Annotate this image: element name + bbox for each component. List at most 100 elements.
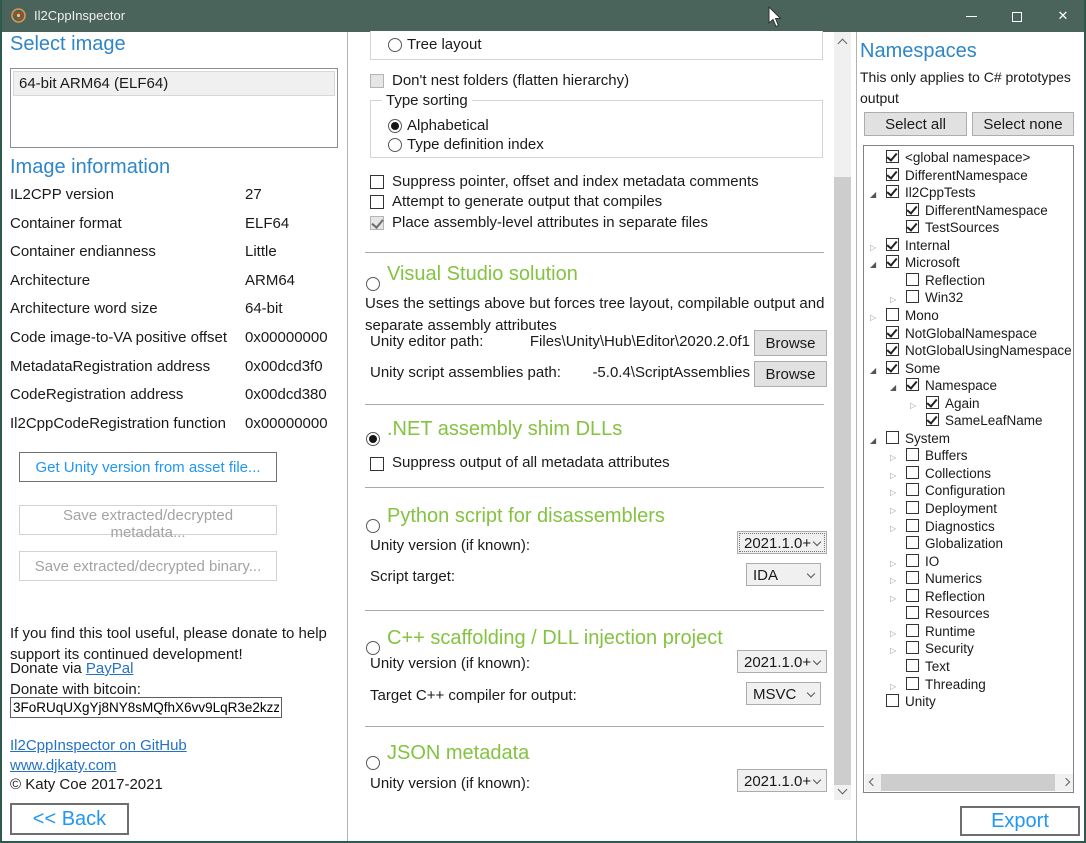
namespace-checkbox[interactable] bbox=[906, 659, 919, 672]
namespace-checkbox[interactable] bbox=[886, 308, 899, 321]
tree-item-some[interactable]: ◢Some bbox=[864, 360, 1073, 378]
cpp-unity-version-select[interactable]: 2021.1.0+ bbox=[737, 650, 827, 673]
cpp-scaffolding-radio[interactable] bbox=[366, 641, 380, 655]
namespace-checkbox[interactable] bbox=[906, 290, 919, 303]
flatten-hierarchy-checkbox[interactable] bbox=[370, 74, 384, 88]
namespace-checkbox[interactable] bbox=[886, 343, 899, 356]
tree-item-globalization[interactable]: Globalization bbox=[864, 535, 1073, 553]
namespace-checkbox[interactable] bbox=[906, 448, 919, 461]
namespace-checkbox[interactable] bbox=[886, 694, 899, 707]
get-unity-version-button[interactable]: Get Unity version from asset file... bbox=[19, 452, 277, 482]
namespace-checkbox[interactable] bbox=[886, 238, 899, 251]
expand-icon[interactable]: ▷ bbox=[890, 590, 896, 607]
namespace-checkbox[interactable] bbox=[886, 255, 899, 268]
namespace-checkbox[interactable] bbox=[906, 641, 919, 654]
tree-item-threading[interactable]: ▷Threading bbox=[864, 676, 1073, 694]
github-link[interactable]: Il2CppInspector on GitHub bbox=[10, 737, 187, 754]
expand-icon[interactable]: ▷ bbox=[890, 678, 896, 695]
maximize-button[interactable] bbox=[994, 0, 1040, 32]
expand-icon[interactable]: ▷ bbox=[870, 309, 876, 326]
namespace-checkbox[interactable] bbox=[906, 554, 919, 567]
tree-item-collections[interactable]: ▷Collections bbox=[864, 465, 1073, 483]
tree-item-notglobalusingnamespace[interactable]: NotGlobalUsingNamespace bbox=[864, 342, 1073, 360]
scroll-right-icon[interactable] bbox=[1062, 778, 1070, 786]
expand-icon[interactable]: ▷ bbox=[890, 467, 896, 484]
namespace-checkbox[interactable] bbox=[886, 326, 899, 339]
cpp-compiler-select[interactable]: MSVC bbox=[746, 682, 821, 705]
namespace-checkbox[interactable] bbox=[906, 571, 919, 584]
tree-item-text[interactable]: Text bbox=[864, 658, 1073, 676]
namespace-checkbox[interactable] bbox=[886, 431, 899, 444]
suppress-metadata-attributes-checkbox[interactable] bbox=[370, 457, 384, 471]
select-none-button[interactable]: Select none bbox=[972, 112, 1074, 136]
visual-studio-radio[interactable] bbox=[366, 277, 380, 291]
collapse-icon[interactable]: ◢ bbox=[870, 362, 876, 379]
tree-item-deployment[interactable]: ▷Deployment bbox=[864, 500, 1073, 518]
json-metadata-radio[interactable] bbox=[366, 756, 380, 770]
export-button[interactable]: Export bbox=[960, 806, 1080, 836]
suppress-comments-checkbox[interactable] bbox=[370, 175, 384, 189]
minimize-button[interactable] bbox=[948, 0, 994, 32]
namespace-checkbox[interactable] bbox=[886, 150, 899, 163]
tree-item-win32[interactable]: ▷Win32 bbox=[864, 289, 1073, 307]
tree-item-reflection[interactable]: ▷Reflection bbox=[864, 588, 1073, 606]
tree-item-numerics[interactable]: ▷Numerics bbox=[864, 570, 1073, 588]
type-definition-index-radio[interactable] bbox=[388, 138, 402, 152]
unity-assemblies-path-value[interactable]: -5.0.4\ScriptAssemblies bbox=[462, 364, 750, 381]
namespace-checkbox[interactable] bbox=[906, 519, 919, 532]
dotnet-shim-radio[interactable] bbox=[366, 432, 380, 446]
select-all-button[interactable]: Select all bbox=[864, 112, 967, 136]
collapse-icon[interactable]: ◢ bbox=[870, 186, 876, 203]
namespace-tree[interactable]: <global namespace> DifferentNamespace◢Il2… bbox=[863, 145, 1074, 793]
namespace-checkbox[interactable] bbox=[906, 273, 919, 286]
expand-icon[interactable]: ▷ bbox=[890, 502, 896, 519]
scroll-left-icon[interactable] bbox=[869, 778, 877, 786]
back-button[interactable]: << Back bbox=[10, 803, 129, 835]
tree-item-differentnamespace[interactable]: DifferentNamespace bbox=[864, 202, 1073, 220]
tree-item-sameleafname[interactable]: SameLeafName bbox=[864, 412, 1073, 430]
tree-item-microsoft[interactable]: ◢Microsoft bbox=[864, 254, 1073, 272]
tree-item-runtime[interactable]: ▷Runtime bbox=[864, 623, 1073, 641]
expand-icon[interactable]: ▷ bbox=[870, 239, 876, 256]
namespace-checkbox[interactable] bbox=[906, 624, 919, 637]
namespace-checkbox[interactable] bbox=[906, 466, 919, 479]
alphabetical-radio[interactable] bbox=[388, 119, 402, 133]
namespace-checkbox[interactable] bbox=[906, 589, 919, 602]
image-listbox[interactable]: 64-bit ARM64 (ELF64) bbox=[10, 68, 338, 148]
save-binary-button[interactable]: Save extracted/decrypted binary... bbox=[19, 551, 277, 581]
tree-item-internal[interactable]: ▷Internal bbox=[864, 237, 1073, 255]
namespace-checkbox[interactable] bbox=[906, 378, 919, 391]
bitcoin-address-input[interactable] bbox=[10, 697, 282, 718]
expand-icon[interactable]: ▷ bbox=[890, 625, 896, 642]
tree-item-io[interactable]: ▷IO bbox=[864, 553, 1073, 571]
unity-editor-path-value[interactable]: Files\Unity\Hub\Editor\2020.2.0f1 bbox=[462, 333, 750, 350]
namespace-checkbox[interactable] bbox=[906, 606, 919, 619]
website-link[interactable]: www.djkaty.com bbox=[10, 757, 116, 774]
browse-assemblies-path-button[interactable]: Browse bbox=[754, 361, 827, 387]
scrollbar-thumb[interactable] bbox=[881, 774, 1055, 791]
expand-icon[interactable]: ▷ bbox=[890, 520, 896, 537]
tree-item-notglobalnamespace[interactable]: NotGlobalNamespace bbox=[864, 325, 1073, 343]
namespace-checkbox[interactable] bbox=[906, 677, 919, 690]
tree-item-system[interactable]: ◢System bbox=[864, 430, 1073, 448]
collapse-icon[interactable]: ◢ bbox=[890, 379, 896, 396]
python-script-radio[interactable] bbox=[366, 519, 380, 533]
namespace-checkbox[interactable] bbox=[886, 168, 899, 181]
expand-icon[interactable]: ▷ bbox=[890, 572, 896, 589]
scroll-up-icon[interactable] bbox=[838, 39, 848, 49]
tree-item-namespace[interactable]: ◢Namespace bbox=[864, 377, 1073, 395]
tree-item-again[interactable]: ▷Again bbox=[864, 395, 1073, 413]
tree-item-testsources[interactable]: TestSources bbox=[864, 219, 1073, 237]
tree-item-reflection[interactable]: Reflection bbox=[864, 272, 1073, 290]
options-scrollbar[interactable] bbox=[834, 32, 851, 800]
tree-item-il2cpptests[interactable]: ◢Il2CppTests bbox=[864, 184, 1073, 202]
json-unity-version-select[interactable]: 2021.1.0+ bbox=[737, 769, 827, 792]
image-list-item[interactable]: 64-bit ARM64 (ELF64) bbox=[13, 71, 335, 96]
tree-item-global-namespace[interactable]: <global namespace> bbox=[864, 149, 1073, 167]
save-metadata-button[interactable]: Save extracted/decrypted metadata... bbox=[19, 505, 277, 535]
expand-icon[interactable]: ▷ bbox=[890, 555, 896, 572]
namespace-checkbox[interactable] bbox=[906, 483, 919, 496]
namespace-checkbox[interactable] bbox=[906, 220, 919, 233]
script-target-select[interactable]: IDA bbox=[746, 563, 821, 586]
tree-item-configuration[interactable]: ▷Configuration bbox=[864, 482, 1073, 500]
